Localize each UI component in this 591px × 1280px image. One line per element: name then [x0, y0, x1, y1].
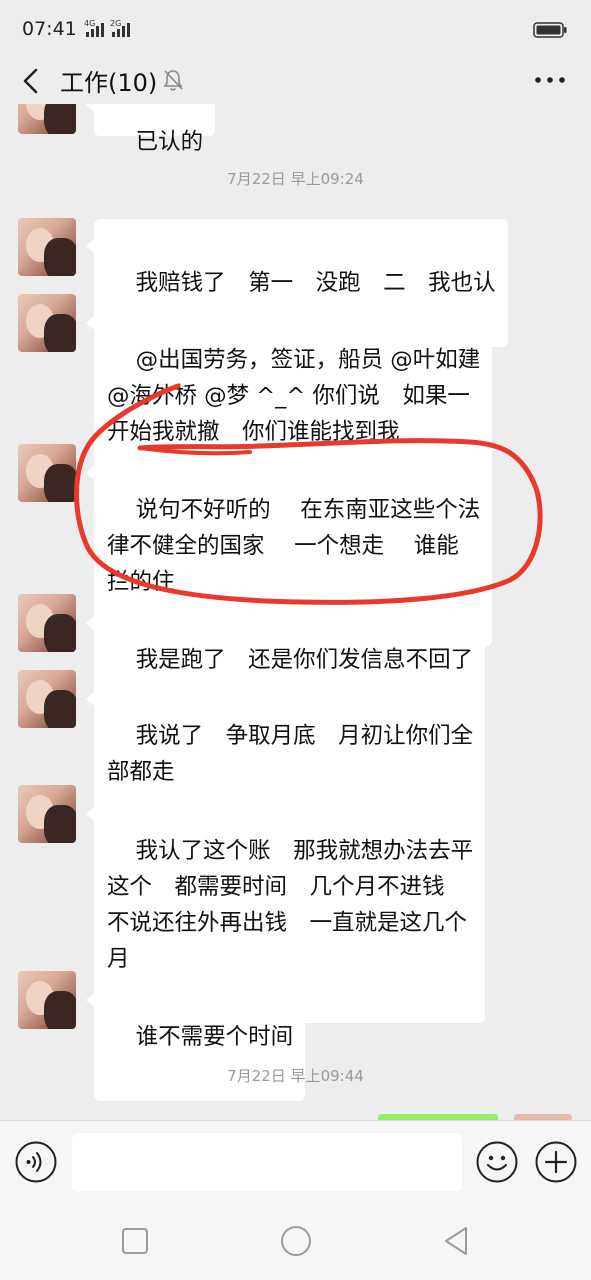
- status-bar: 07:41 4G 2G: [0, 0, 591, 58]
- emoji-icon[interactable]: [475, 1140, 519, 1184]
- message-text: 我赔钱了 第一 没跑 二 我也认: [135, 270, 496, 296]
- chat-area[interactable]: 已认的 7月22日 早上09:24 我赔钱了 第一 没跑 二 我也认 @出国劳务…: [0, 104, 591, 1120]
- message-text: 我认了这个账 那我就想办法去平 这个 都需要时间 几个月不进钱 不说还往外再出钱…: [107, 838, 474, 972]
- time-separator: 7月22日 早上09:44: [227, 1067, 364, 1085]
- avatar[interactable]: [18, 104, 76, 134]
- battery-icon: [533, 22, 567, 38]
- back-triangle-icon[interactable]: [442, 1225, 470, 1257]
- chat-title: 工作(10): [60, 69, 158, 97]
- message-bubble[interactable]: 已认的: [85, 104, 216, 155]
- time-separator: 7月22日 早上09:24: [227, 170, 364, 188]
- chevron-left-icon[interactable]: [18, 66, 44, 96]
- bell-off-icon: [163, 70, 183, 91]
- avatar[interactable]: [18, 670, 76, 728]
- recent-apps-icon[interactable]: [121, 1227, 149, 1255]
- message-text: 我是跑了 还是你们发信息不回了: [135, 647, 474, 673]
- system-nav-bar: [0, 1200, 591, 1280]
- avatar[interactable]: [18, 294, 76, 352]
- home-icon[interactable]: [280, 1225, 312, 1257]
- avatar[interactable]: [18, 971, 76, 1029]
- avatar[interactable]: [18, 444, 76, 502]
- message-text: 已认的: [135, 129, 204, 155]
- plus-icon[interactable]: [534, 1140, 578, 1184]
- voice-icon[interactable]: [14, 1140, 58, 1184]
- avatar[interactable]: [18, 218, 76, 276]
- avatar[interactable]: [18, 785, 76, 843]
- status-time: 07:41: [22, 18, 77, 40]
- message-text: @出国劳务，签证，船员 @叶如建 @海外桥 @梦 ^_^ 你们说 如果一 开始我…: [107, 347, 481, 445]
- message-text: 说句不好听的 在东南亚这些个法 律不健全的国家 一个想走 谁能 拦的住: [107, 497, 481, 595]
- network-1-label: 4G: [84, 19, 95, 28]
- signal-icon: 4G 2G: [84, 19, 130, 37]
- message-input[interactable]: [72, 1133, 462, 1191]
- chat-header: 工作(10): [0, 58, 591, 104]
- input-bar: [0, 1120, 591, 1200]
- message-text: 我说了 争取月底 月初让你们全 部都走: [107, 723, 474, 785]
- avatar[interactable]: [18, 594, 76, 652]
- network-2-label: 2G: [110, 19, 121, 28]
- more-dots-icon[interactable]: [532, 68, 568, 92]
- message-text: 谁不需要个时间: [135, 1024, 294, 1050]
